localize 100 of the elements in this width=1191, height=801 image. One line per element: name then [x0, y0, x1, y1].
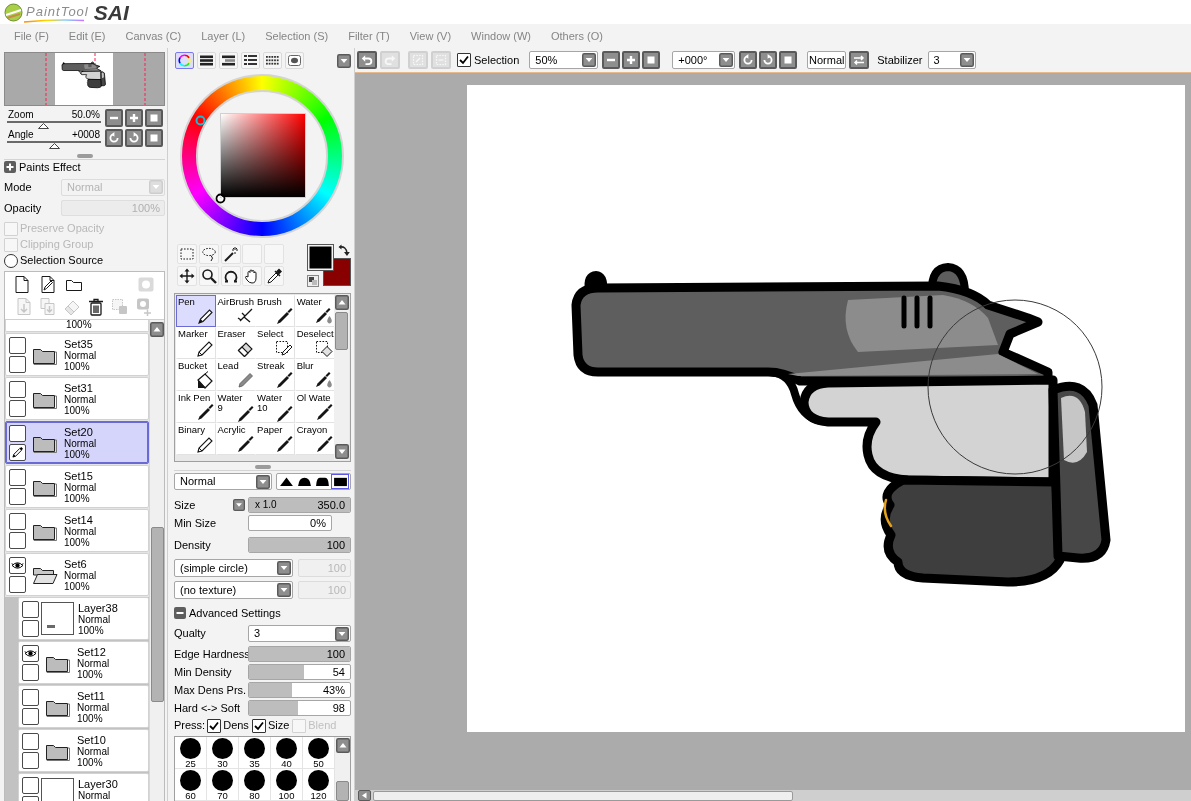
- brush-size-preset[interactable]: 70: [207, 769, 239, 801]
- scroll-up-icon[interactable]: [150, 322, 164, 337]
- checkbox[interactable]: [251, 718, 266, 733]
- brush-tool[interactable]: Bucket: [176, 359, 216, 391]
- scroll-left-icon[interactable]: [358, 790, 371, 801]
- setting-slider[interactable]: 54: [248, 664, 351, 680]
- slider-thumb-icon[interactable]: [37, 123, 49, 130]
- edit-target-box[interactable]: [9, 444, 26, 461]
- blank-page-icon[interactable]: [12, 275, 32, 294]
- drawing-canvas[interactable]: [467, 85, 1185, 732]
- edit-target-box[interactable]: [9, 532, 26, 549]
- menu-item[interactable]: View (V): [409, 29, 452, 43]
- horizontal-scrollbar[interactable]: [355, 790, 1191, 801]
- angle-dropdown[interactable]: +000°: [672, 51, 736, 69]
- layer-row[interactable]: Set35 Normal 100%: [5, 333, 149, 376]
- setting-slider[interactable]: 98: [248, 700, 351, 716]
- brush-size-preset[interactable]: 100: [271, 769, 303, 801]
- brush-tool[interactable]: Pen: [176, 295, 216, 327]
- brush-size-preset[interactable]: 120: [303, 769, 335, 801]
- scrollbar-thumb[interactable]: [335, 312, 349, 350]
- visibility-box[interactable]: [22, 645, 39, 662]
- edit-target-box[interactable]: [22, 708, 39, 725]
- brush-tool[interactable]: Water 10: [255, 391, 296, 423]
- brush-tool[interactable]: AirBrush: [215, 295, 256, 327]
- layer-row[interactable]: Set6 Normal 100%: [5, 553, 149, 596]
- edit-target-box[interactable]: [22, 620, 39, 637]
- undo-button[interactable]: [357, 51, 377, 69]
- trash-icon[interactable]: [86, 297, 106, 316]
- slider-thumb-icon[interactable]: [49, 143, 60, 150]
- rotate-right-button[interactable]: [759, 51, 778, 69]
- edit-target-box[interactable]: [9, 400, 26, 417]
- brush-scrollbar[interactable]: [334, 295, 349, 460]
- setting-slider[interactable]: 100: [248, 646, 351, 662]
- brush-tool[interactable]: Lead: [215, 359, 256, 391]
- angle-slider[interactable]: [7, 141, 101, 148]
- edit-target-box[interactable]: [22, 664, 39, 681]
- color-swatches-icon[interactable]: [307, 244, 351, 288]
- brush-shape-button[interactable]: [331, 474, 349, 489]
- brush-size-preset[interactable]: 60: [175, 769, 207, 801]
- blend-mode-button[interactable]: Normal: [807, 51, 847, 69]
- blend-mode-dropdown[interactable]: Normal: [174, 473, 272, 490]
- layer-row[interactable]: Set10 Normal 100%: [18, 729, 149, 772]
- visibility-box[interactable]: [22, 733, 39, 750]
- brush-tool[interactable]: Brush: [255, 295, 296, 327]
- brush-size-preset[interactable]: 35: [239, 737, 271, 769]
- preset-scrollbar[interactable]: [335, 737, 350, 801]
- density-slider[interactable]: 100: [248, 537, 351, 553]
- visibility-box[interactable]: [9, 557, 26, 574]
- brush-tool[interactable]: Ink Pen: [176, 391, 216, 423]
- caret-icon[interactable]: [233, 499, 245, 511]
- plus-box-icon[interactable]: [4, 161, 16, 173]
- layer-row[interactable]: Set11 Normal 100%: [18, 685, 149, 728]
- brush-tool[interactable]: Ol Wate: [294, 391, 335, 423]
- color-panel-tab[interactable]: [175, 52, 194, 69]
- visibility-box[interactable]: [22, 601, 39, 618]
- brush-tool[interactable]: Deselect: [294, 327, 335, 359]
- saturation-value-square[interactable]: [220, 113, 306, 198]
- layer-row[interactable]: Set31 Normal 100%: [5, 377, 149, 420]
- edit-target-box[interactable]: [22, 752, 39, 769]
- reset-angle-button[interactable]: [145, 129, 163, 147]
- brush-size-preset[interactable]: 25: [175, 737, 207, 769]
- brush-tool[interactable]: Paper: [255, 423, 296, 455]
- zoom-out-button[interactable]: [105, 109, 123, 127]
- setting-slider[interactable]: 43%: [248, 682, 351, 698]
- zoom-in-button[interactable]: [125, 109, 143, 127]
- checkbox[interactable]: [457, 53, 471, 67]
- reset-zoom-button[interactable]: [642, 51, 661, 69]
- brush-tool[interactable]: Select: [255, 327, 296, 359]
- visibility-box[interactable]: [9, 425, 26, 442]
- reset-zoom-button[interactable]: [145, 109, 163, 127]
- quality-dropdown[interactable]: 3: [248, 625, 351, 642]
- layer-scrollbar[interactable]: [149, 320, 164, 801]
- menu-item[interactable]: Selection (S): [265, 29, 329, 43]
- scrollbar-thumb[interactable]: [373, 790, 793, 801]
- layer-row[interactable]: 100%: [5, 320, 149, 332]
- edit-target-box[interactable]: [9, 576, 26, 593]
- zoom-slider[interactable]: [7, 121, 101, 128]
- ring-marker-icon[interactable]: [195, 115, 206, 126]
- menu-item[interactable]: Canvas (C): [125, 29, 182, 43]
- rotate-right-button[interactable]: [125, 129, 143, 147]
- zoom-in-button[interactable]: [622, 51, 641, 69]
- visibility-box[interactable]: [9, 381, 26, 398]
- rotate-left-button[interactable]: [739, 51, 758, 69]
- small-squares-icon[interactable]: [307, 275, 319, 287]
- visibility-box[interactable]: [22, 777, 39, 794]
- page-with-pen-icon[interactable]: [38, 275, 58, 294]
- navigator-preview[interactable]: [4, 52, 165, 106]
- brush-tool[interactable]: Acrylic: [215, 423, 256, 455]
- zoom-dropdown[interactable]: 50%: [529, 51, 599, 69]
- menu-item[interactable]: Others (O): [550, 29, 603, 43]
- size-slider[interactable]: x 1.0 350.0: [248, 497, 351, 513]
- caret-icon[interactable]: [337, 53, 351, 68]
- brush-tool[interactable]: Blur: [294, 359, 335, 391]
- rotate-left-button[interactable]: [105, 129, 123, 147]
- layer-row[interactable]: Set15 Normal 100%: [5, 465, 149, 508]
- ring-marker-icon[interactable]: [215, 193, 226, 204]
- edit-target-box[interactable]: [9, 356, 26, 373]
- layer-row[interactable]: Layer30 Normal: [18, 773, 149, 801]
- brush-shape-dropdown[interactable]: (simple circle): [174, 559, 293, 577]
- resize-handle[interactable]: [254, 465, 271, 469]
